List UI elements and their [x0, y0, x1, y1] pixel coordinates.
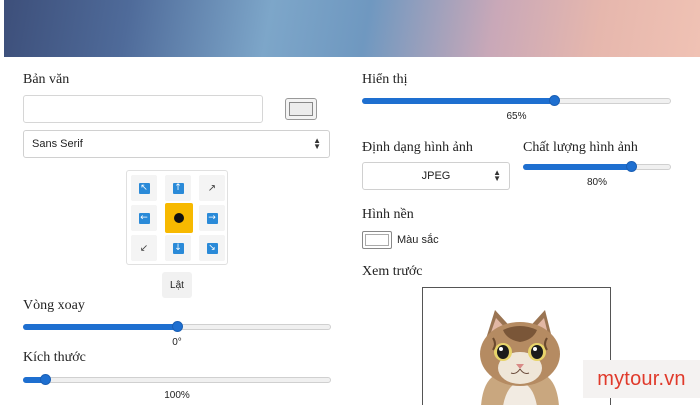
position-center[interactable] — [165, 203, 193, 233]
display-slider[interactable] — [362, 94, 671, 108]
image-quality-label: Chất lượng hình ảnh — [523, 140, 638, 155]
arrow-down-right-icon: ↘ — [206, 242, 218, 254]
slider-fill — [362, 98, 554, 104]
slider-thumb[interactable] — [626, 161, 638, 172]
arrow-right-icon: → — [206, 212, 218, 224]
arrow-up-left-icon: ↖ — [138, 182, 150, 194]
image-format-value: JPEG — [421, 170, 451, 182]
background-color-picker[interactable] — [362, 231, 392, 249]
text-label: Bản văn — [23, 72, 70, 87]
header-banner-image — [4, 0, 700, 57]
position-top[interactable]: ↑ — [165, 175, 191, 201]
background-color-label: Màu sắc — [397, 234, 439, 246]
slider-thumb[interactable] — [39, 374, 51, 385]
size-value: 100% — [164, 390, 190, 401]
position-bottom-right[interactable]: ↘ — [199, 235, 225, 261]
rotation-value: 0° — [172, 337, 182, 348]
position-bottom[interactable]: ↓ — [165, 235, 191, 261]
font-select-value: Sans Serif — [32, 138, 83, 150]
display-label: Hiển thị — [362, 72, 408, 87]
rotation-slider[interactable] — [23, 320, 331, 334]
image-quality-slider[interactable] — [523, 160, 671, 174]
diagonal-down-left-icon: ↙ — [139, 242, 149, 254]
background-label: Hình nền — [362, 207, 414, 222]
position-bottom-left[interactable]: ↙ — [131, 235, 157, 261]
display-value: 65% — [506, 111, 527, 122]
position-grid: ↖ ↑ ↗ ← → ↙ ↓ ↘ — [126, 170, 228, 265]
select-arrows-icon: ▲ ▼ — [493, 168, 501, 183]
position-top-left[interactable]: ↖ — [131, 175, 157, 201]
position-top-right[interactable]: ↗ — [199, 175, 225, 201]
position-right[interactable]: → — [199, 205, 225, 231]
select-arrows-icon: ▲ ▼ — [313, 136, 321, 151]
text-input[interactable] — [23, 95, 263, 123]
size-label: Kích thước — [23, 350, 86, 365]
size-slider[interactable] — [23, 373, 331, 387]
image-quality-value: 80% — [586, 177, 607, 188]
slider-track — [23, 377, 331, 383]
rotation-label: Vòng xoay — [23, 298, 85, 313]
center-dot-icon — [174, 213, 184, 223]
image-format-label: Định dạng hình ảnh — [362, 140, 473, 155]
position-left[interactable]: ← — [131, 205, 157, 231]
arrow-up-icon: ↑ — [172, 182, 184, 194]
watermark-logo: mytour.vn — [583, 360, 700, 398]
arrow-down-icon: ↓ — [172, 242, 184, 254]
text-color-picker[interactable] — [285, 98, 317, 120]
text-color-preview — [289, 102, 313, 116]
background-color-preview — [365, 234, 389, 246]
image-format-select[interactable]: JPEG ▲ ▼ — [362, 162, 510, 190]
slider-thumb[interactable] — [548, 95, 560, 106]
arrow-left-icon: ← — [138, 212, 150, 224]
flip-button[interactable]: Lật — [162, 272, 192, 298]
slider-thumb[interactable] — [172, 321, 183, 332]
preview-label: Xem trước — [362, 264, 423, 279]
slider-fill — [523, 164, 632, 170]
diagonal-up-right-icon: ↗ — [207, 182, 217, 194]
slider-fill — [23, 324, 177, 330]
font-select[interactable]: Sans Serif ▲ ▼ — [23, 130, 330, 158]
